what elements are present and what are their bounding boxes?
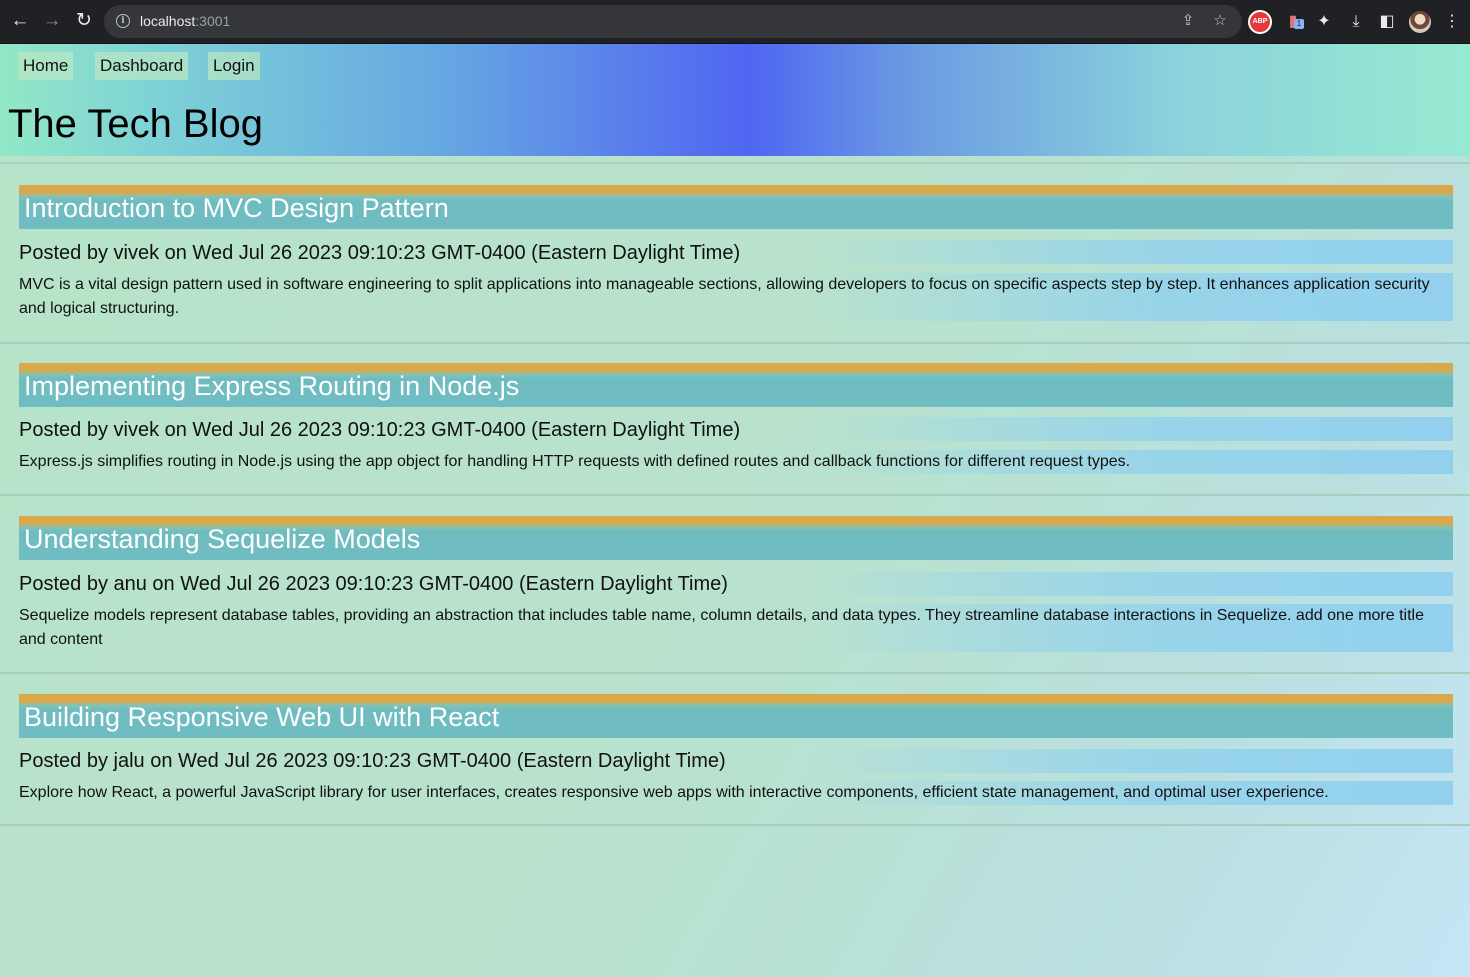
nav-dashboard-link[interactable]: Dashboard xyxy=(95,52,189,80)
avatar[interactable] xyxy=(1409,11,1431,33)
post-meta: Posted by anu on Wed Jul 26 2023 09:10:2… xyxy=(19,573,728,595)
post-meta-band xyxy=(813,417,1453,441)
side-panel-icon[interactable]: ◧ xyxy=(1374,9,1400,35)
site-header: Home Dashboard Login The Tech Blog xyxy=(0,44,1470,156)
post-meta-band xyxy=(813,240,1453,264)
abp-icon[interactable]: ABP xyxy=(1248,10,1272,34)
post-card[interactable]: Implementing Express Routing in Node.js … xyxy=(0,344,1470,496)
post-card[interactable]: Introduction to MVC Design Pattern Poste… xyxy=(0,164,1470,344)
nav-login-link[interactable]: Login xyxy=(208,52,260,80)
post-body: Express.js simplifies routing in Node.js… xyxy=(19,453,1131,470)
page: Home Dashboard Login The Tech Blog Intro… xyxy=(0,44,1470,977)
url-port: :3001 xyxy=(195,13,231,29)
cast-extension-icon[interactable]: ▮ 1 xyxy=(1280,9,1306,35)
post-title[interactable]: Introduction to MVC Design Pattern xyxy=(19,185,1453,229)
url-text[interactable]: localhost:3001 xyxy=(140,13,230,29)
post-title[interactable]: Building Responsive Web UI with React xyxy=(19,694,1453,738)
back-arrow-icon[interactable]: ← xyxy=(7,8,33,34)
puzzle-icon[interactable]: ✦ xyxy=(1311,9,1337,35)
post-body: MVC is a vital design pattern used in so… xyxy=(19,276,1430,317)
post-title[interactable]: Implementing Express Routing in Node.js xyxy=(19,363,1453,407)
post-title[interactable]: Understanding Sequelize Models xyxy=(19,516,1453,560)
share-icon[interactable]: ⇪ xyxy=(1177,10,1199,32)
url-host: localhost xyxy=(140,13,196,29)
post-meta-band xyxy=(813,572,1453,596)
download-icon[interactable]: ⤓ xyxy=(1343,9,1369,35)
browser-toolbar: ← → ↻ i localhost:3001 ⇪ ☆ ABP ▮ 1 ✦ ⤓ ◧ … xyxy=(0,0,1470,44)
address-bar[interactable]: i localhost:3001 ⇪ ☆ xyxy=(104,5,1242,38)
star-icon[interactable]: ☆ xyxy=(1209,10,1231,32)
post-meta-band xyxy=(813,749,1453,773)
cast-badge: 1 xyxy=(1294,19,1304,29)
post-body: Sequelize models represent database tabl… xyxy=(19,607,1424,648)
post-card[interactable]: Building Responsive Web UI with React Po… xyxy=(0,674,1470,826)
kebab-menu-icon[interactable]: ⋮ xyxy=(1439,9,1465,35)
post-card[interactable]: Understanding Sequelize Models Posted by… xyxy=(0,496,1470,674)
reload-icon[interactable]: ↻ xyxy=(71,8,97,34)
post-meta: Posted by jalu on Wed Jul 26 2023 09:10:… xyxy=(19,750,726,772)
site-title: The Tech Blog xyxy=(8,102,263,146)
post-body: Explore how React, a powerful JavaScript… xyxy=(19,784,1329,801)
post-meta: Posted by vivek on Wed Jul 26 2023 09:10… xyxy=(19,242,741,264)
nav-home-link[interactable]: Home xyxy=(18,52,74,80)
forward-arrow-icon[interactable]: → xyxy=(39,8,65,34)
post-meta: Posted by vivek on Wed Jul 26 2023 09:10… xyxy=(19,419,741,441)
info-icon[interactable]: i xyxy=(116,14,130,28)
